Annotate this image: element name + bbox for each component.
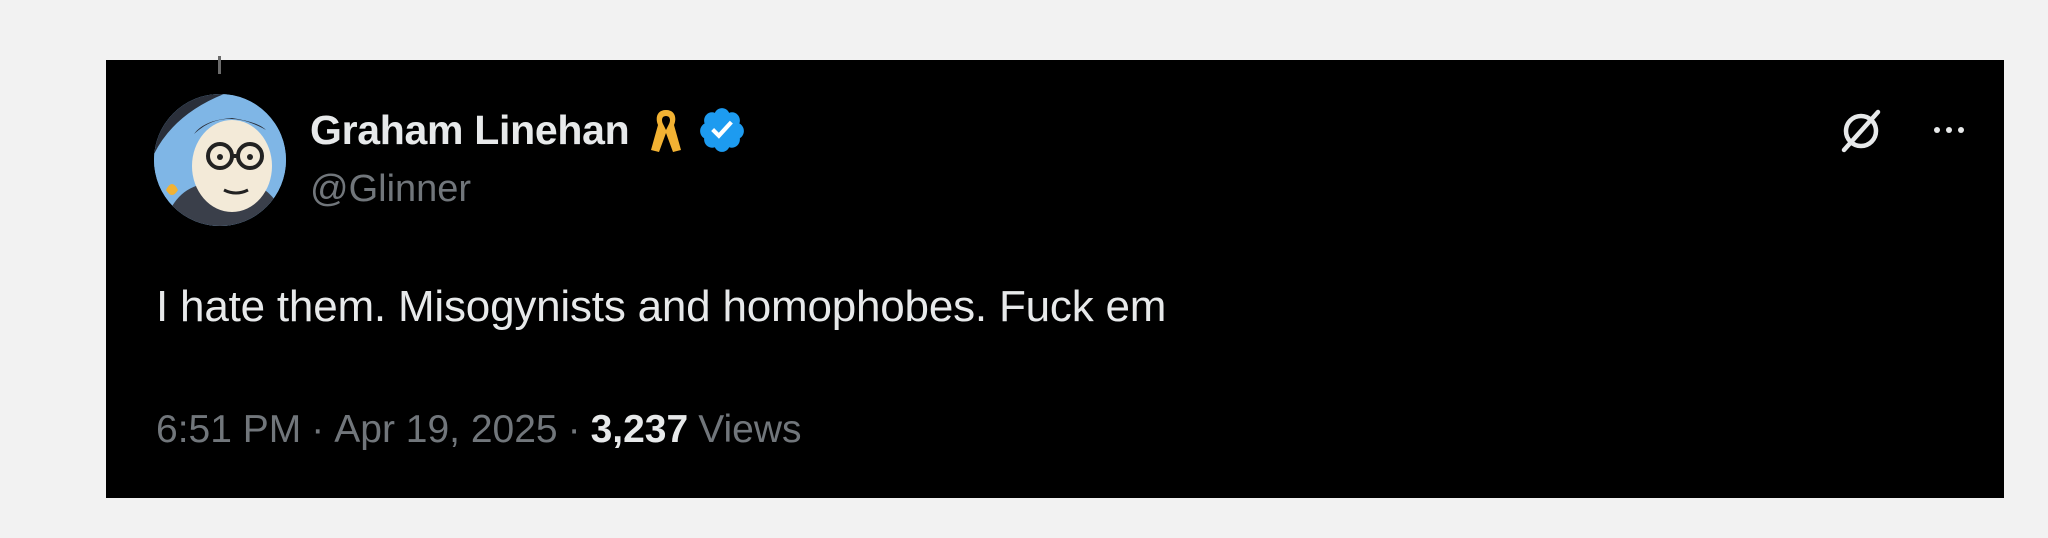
views-label: Views: [698, 408, 802, 451]
author-name-row[interactable]: Graham Linehan: [310, 100, 747, 160]
awareness-ribbon-icon: [649, 106, 683, 154]
thread-line: [218, 56, 221, 74]
tweet-meta: 6:51 PM · Apr 19, 2025 · 3,237 Views: [156, 408, 802, 452]
display-name[interactable]: Graham Linehan: [310, 107, 630, 154]
avatar[interactable]: [154, 94, 286, 226]
tweet-text: I hate them. Misogynists and homophobes.…: [156, 282, 1167, 331]
grok-icon[interactable]: [1836, 106, 1886, 156]
more-dot: [1946, 127, 1952, 133]
meta-separator: ·: [311, 408, 325, 451]
tweet-time[interactable]: 6:51 PM: [156, 408, 301, 452]
more-dot: [1958, 127, 1964, 133]
views-count[interactable]: 3,237: [591, 408, 689, 452]
more-dot: [1934, 127, 1940, 133]
more-options-icon[interactable]: [1924, 110, 1974, 150]
meta-separator: ·: [567, 408, 581, 451]
author-handle[interactable]: @Glinner: [310, 168, 471, 211]
tweet-date[interactable]: Apr 19, 2025: [334, 408, 557, 452]
verified-badge-icon[interactable]: [697, 105, 747, 155]
